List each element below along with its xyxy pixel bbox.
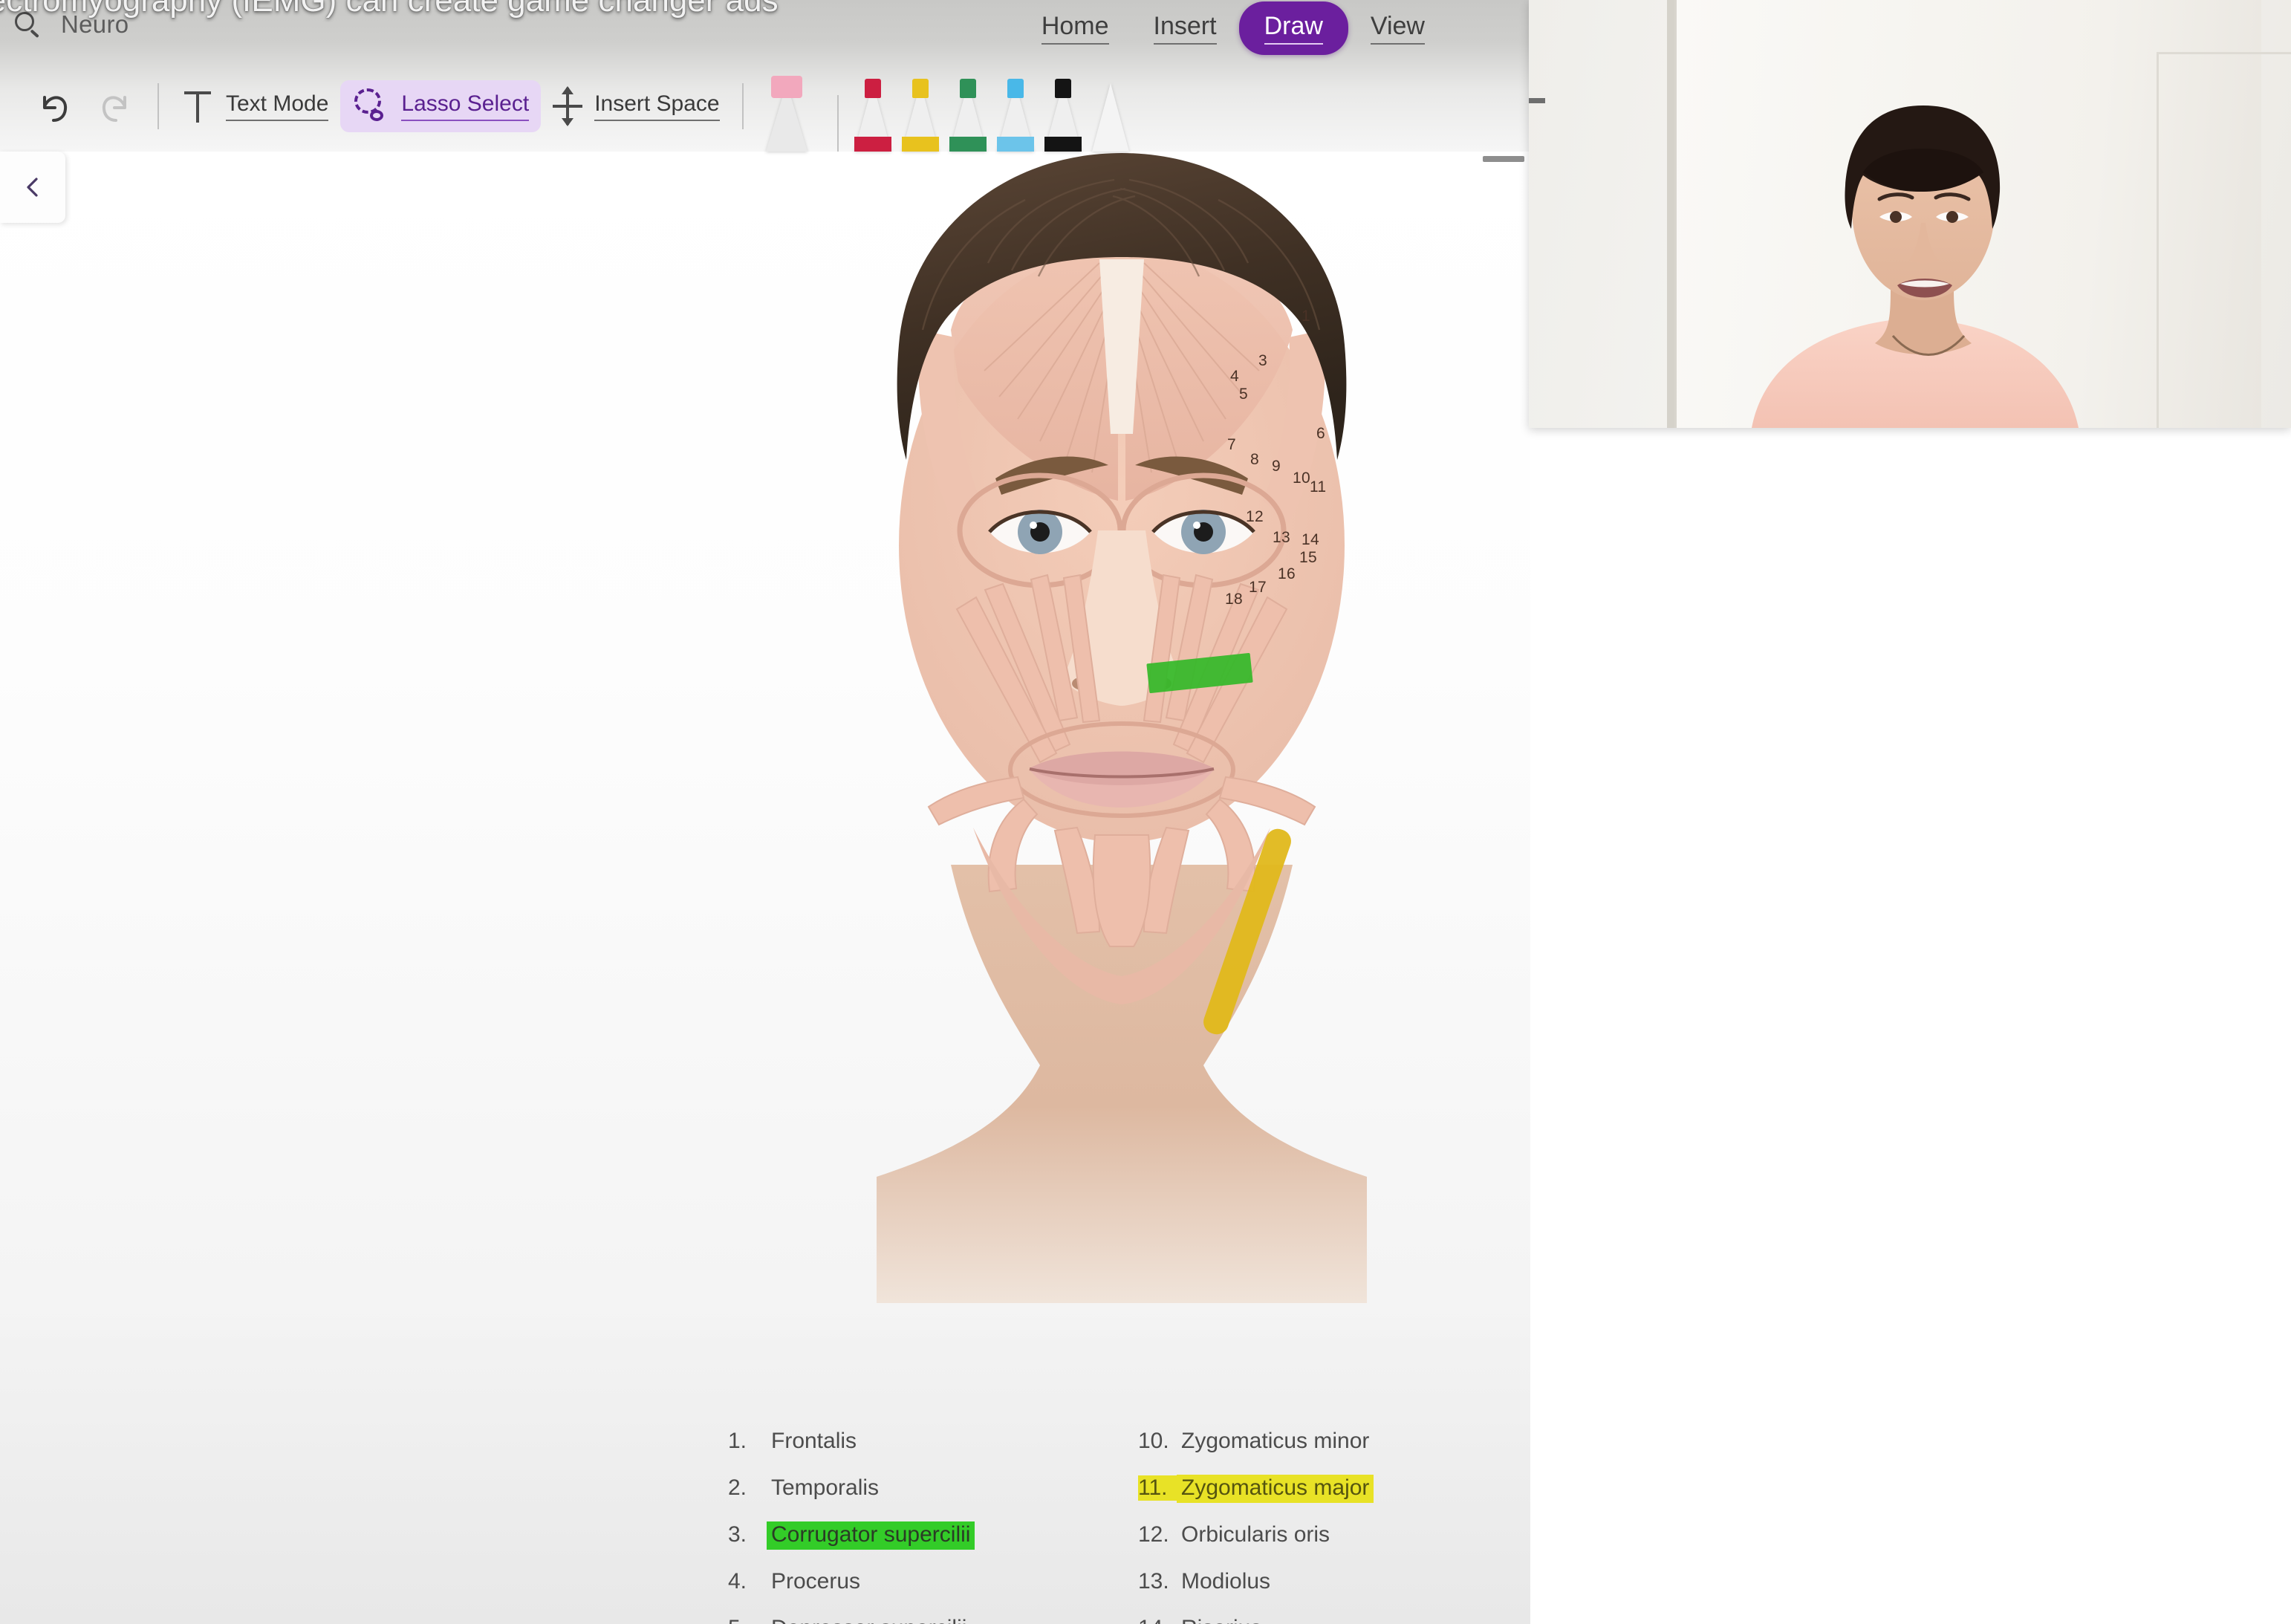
legend-num-3: 3. [728,1522,747,1547]
legend-num-5: 5. [728,1616,767,1624]
text-mode-button[interactable]: Text Mode [169,81,340,131]
diagram-number-8: 8 [1250,451,1259,468]
legend-item-11: 11. Zygomaticus major [1138,1475,1530,1503]
diagram-number-12: 12 [1246,508,1264,525]
legend-name-4: Procerus [771,1569,861,1594]
redo-button[interactable] [85,79,147,133]
lasso-icon [352,88,389,125]
legend-item-12: 12. Orbicularis oris [1138,1521,1530,1550]
black-pen-tool[interactable] [1039,74,1087,152]
tab-insert[interactable]: Insert [1131,3,1239,53]
legend-num-13: 13. [1138,1569,1169,1594]
diagram-number-9: 9 [1272,458,1281,475]
tab-draw[interactable]: Draw [1238,1,1348,55]
insert-space-label: Insert Space [594,91,720,121]
legend-item-1: 1. Frontalis [728,1428,1114,1456]
diagram-number-6: 6 [1316,425,1325,442]
diagram-number-3: 3 [1258,352,1267,369]
tab-home[interactable]: Home [1019,3,1131,53]
ribbon-tabs: Home Insert Draw View [1019,1,1447,55]
tab-view[interactable]: View [1348,3,1447,53]
blue-highlighter-tool[interactable] [992,74,1039,152]
toolbar-divider-1 [157,83,159,129]
diagram-number-1: 1 [1302,308,1310,325]
green-pen-tool[interactable] [944,74,992,152]
legend-num-4: 4. [728,1569,747,1594]
eraser-tool[interactable] [763,74,810,152]
tab-insert-label: Insert [1153,12,1217,45]
diagram-number-17: 17 [1249,579,1267,596]
legend-num-11: 11. [1138,1475,1177,1501]
legend-column-left: 1. Frontalis 2. Temporalis 3. Corrugator… [728,1428,1114,1624]
legend-name-12: Orbicularis oris [1181,1522,1330,1547]
legend-name-10: Zygomaticus minor [1181,1429,1370,1453]
legend-item-13: 13. Modiolus [1138,1568,1530,1597]
red-pen-tool[interactable] [849,74,897,152]
undo-icon [34,87,73,126]
redo-icon [97,87,135,126]
pen-tray [763,61,1134,152]
diagram-number-5: 5 [1239,386,1248,403]
undo-button[interactable] [22,79,85,133]
legend-num-10: 10. [1138,1429,1169,1453]
diagram-number-11: 11 [1310,478,1327,496]
lasso-select-button[interactable]: Lasso Select [340,80,542,132]
ribbon-top-row: Neuro Home Insert Draw View [0,0,1530,61]
document-canvas[interactable]: 1 3 4 5 6 7 8 9 10 11 12 13 14 15 16 17 … [0,152,1530,1624]
legend-num-12: 12. [1138,1522,1169,1547]
ruler-tool[interactable] [1483,156,1524,162]
legend-item-10: 10. Zygomaticus minor [1138,1428,1530,1456]
app-ribbon: Neuro Home Insert Draw View Text Mode La… [0,0,1530,162]
diagram-number-16: 16 [1278,565,1296,582]
legend-name-11: Zygomaticus major [1177,1475,1374,1503]
search-bar[interactable]: Neuro [13,10,129,39]
tab-view-label: View [1370,12,1425,45]
tab-draw-label: Draw [1264,12,1323,45]
presenter-webcam[interactable] [1529,0,2291,428]
legend-name-3: Corrugator supercilii [767,1521,975,1550]
tab-home-label: Home [1041,12,1109,45]
legend-name-2: Temporalis [771,1475,880,1500]
search-input[interactable]: Neuro [61,10,129,39]
diagram-number-18: 18 [1225,591,1243,608]
text-mode-label: Text Mode [226,91,329,121]
legend-item-4: 4. Procerus [728,1568,1114,1597]
legend-num-2: 2. [728,1475,747,1500]
insert-space-button[interactable]: Insert Space [541,79,731,134]
draw-toolbar: Text Mode Lasso Select Insert Space [0,61,1530,162]
yellow-pen-tool[interactable] [897,74,944,152]
legend-item-5: 5. Depressor supercilii [728,1615,1114,1624]
diagram-number-7: 7 [1227,436,1236,453]
blank-pen-tool[interactable] [1087,74,1134,152]
collapse-panel-button[interactable] [0,152,65,223]
legend-item-14: 14. Risorius [1138,1615,1530,1624]
search-icon [13,10,42,39]
toolbar-divider-2 [741,83,744,129]
legend-name-1: Frontalis [771,1429,857,1453]
diagram-number-14: 14 [1302,531,1319,548]
legend-name-13: Modiolus [1181,1569,1271,1594]
face-diagram-svg [877,153,1367,1303]
legend-name-5: Depressor supercilii [767,1615,971,1624]
presenter-figure [1752,105,2079,428]
facial-muscles-illustration: 1 3 4 5 6 7 8 9 10 11 12 13 14 15 16 17 … [728,152,1515,1303]
legend-item-3: 3. Corrugator supercilii [728,1521,1114,1550]
legend-name-14: Risorius [1177,1615,1266,1624]
diagram-number-4: 4 [1230,368,1239,385]
legend-num-14: 14. [1138,1616,1177,1624]
text-icon [181,88,214,124]
insert-space-icon [553,86,583,126]
legend-column-right: 10. Zygomaticus minor 11. Zygomaticus ma… [1138,1428,1530,1624]
legend-num-1: 1. [728,1429,747,1453]
diagram-number-10: 10 [1293,470,1310,487]
lasso-select-label: Lasso Select [401,91,530,121]
chevron-left-icon [20,175,45,200]
diagram-number-13: 13 [1273,529,1290,546]
legend-item-2: 2. Temporalis [728,1475,1114,1503]
diagram-number-15: 15 [1299,549,1317,566]
